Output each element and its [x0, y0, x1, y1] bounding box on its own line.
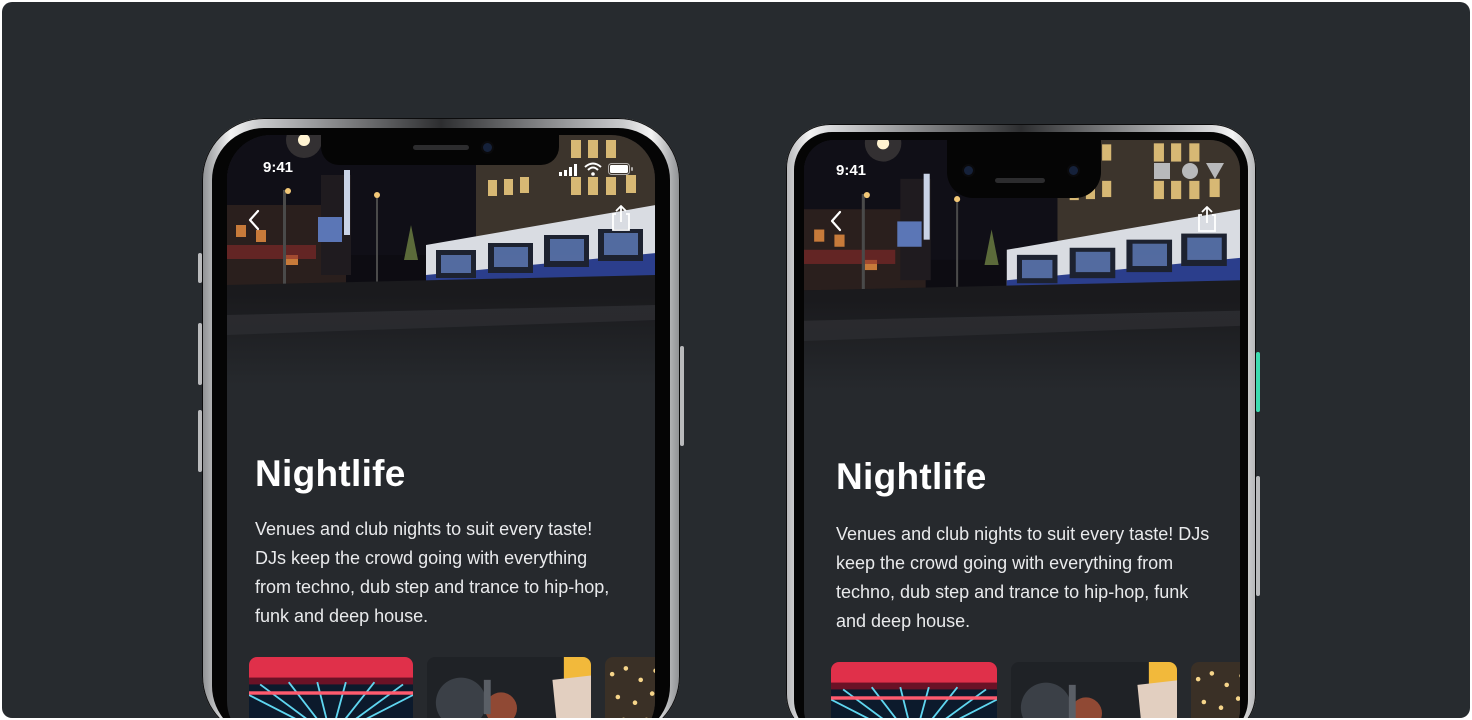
share-icon[interactable]	[608, 203, 634, 233]
pixel-notch	[947, 140, 1101, 198]
earpiece-speaker	[995, 178, 1045, 183]
venue-card-club[interactable]	[249, 657, 413, 718]
battery-icon	[608, 163, 633, 175]
back-chevron-icon[interactable]	[824, 206, 850, 236]
venue-card-crowd[interactable]	[427, 657, 591, 718]
earpiece-speaker	[413, 145, 469, 150]
front-camera	[483, 143, 492, 152]
venue-card-club[interactable]	[831, 662, 997, 718]
pixel-screen: 9:41 Nightlife Venues and club nights to…	[804, 140, 1240, 718]
share-icon[interactable]	[1194, 204, 1220, 234]
status-time: 9:41	[263, 159, 294, 176]
iphone-power-button	[680, 346, 684, 446]
venue-card-lights[interactable]	[605, 657, 655, 718]
back-chevron-icon[interactable]	[242, 205, 268, 235]
cellular-signal-icon	[559, 164, 577, 176]
page-title: Nightlife	[836, 456, 987, 497]
iphone-screen: 9:41 Nightlife Venues and club nights to…	[227, 135, 655, 718]
venue-card-lights[interactable]	[1191, 662, 1240, 718]
showcase-canvas: 9:41 Nightlife Venues and club nights to…	[2, 2, 1470, 718]
page-description: Venues and club nights to suit every tas…	[255, 519, 610, 626]
page-description: Venues and club nights to suit every tas…	[836, 524, 1210, 631]
pixel-volume-rocker	[1256, 476, 1260, 596]
front-camera-left	[964, 166, 973, 175]
front-camera-right	[1069, 166, 1078, 175]
pixel-mockup: 9:41 Nightlife Venues and club nights to…	[784, 124, 1260, 718]
venue-card-crowd[interactable]	[1011, 662, 1177, 718]
android-status-icons	[1154, 163, 1224, 179]
status-time: 9:41	[836, 162, 867, 179]
wifi-icon	[584, 162, 602, 176]
iphone-notch	[321, 135, 559, 165]
page-title: Nightlife	[255, 453, 406, 494]
iphone-mockup: 9:41 Nightlife Venues and club nights to…	[198, 118, 684, 718]
pixel-power-button	[1256, 352, 1260, 412]
venue-carousel[interactable]	[831, 662, 1240, 718]
venue-carousel[interactable]	[249, 657, 655, 718]
